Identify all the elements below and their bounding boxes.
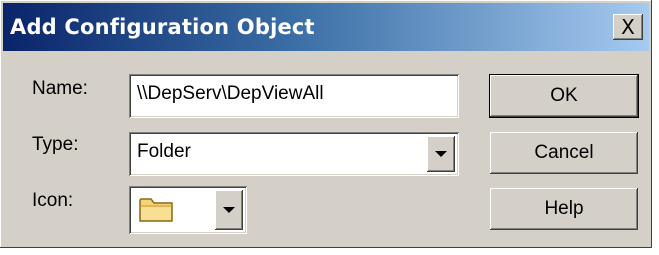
name-input[interactable]: \\DepServ\DepViewAll — [129, 74, 459, 118]
window-title: Add Configuration Object — [10, 15, 315, 39]
cancel-button-label: Cancel — [534, 142, 594, 163]
icon-select[interactable] — [129, 186, 247, 234]
chevron-down-icon — [435, 151, 447, 157]
type-dropdown-button[interactable] — [427, 136, 455, 172]
type-select[interactable]: Folder — [129, 132, 459, 176]
close-button[interactable]: X — [613, 14, 643, 40]
name-label: Name: — [32, 78, 88, 99]
icon-label: Icon: — [32, 190, 74, 211]
cancel-button[interactable]: Cancel — [490, 132, 638, 174]
ok-button-label: OK — [550, 85, 578, 106]
help-button-label: Help — [544, 198, 584, 219]
icon-dropdown-button[interactable] — [215, 190, 243, 230]
folder-icon — [139, 195, 173, 228]
ok-button[interactable]: OK — [490, 75, 638, 117]
name-input-value: \\DepServ\DepViewAll — [137, 83, 324, 104]
title-bar[interactable]: Add Configuration Object X — [3, 3, 649, 51]
type-select-value: Folder — [137, 141, 191, 162]
add-configuration-object-dialog: Add Configuration Object X Name: \\DepSe… — [0, 0, 652, 248]
chevron-down-icon — [223, 207, 235, 213]
type-label: Type: — [32, 134, 79, 155]
close-icon: X — [621, 15, 635, 39]
help-button[interactable]: Help — [490, 188, 638, 230]
